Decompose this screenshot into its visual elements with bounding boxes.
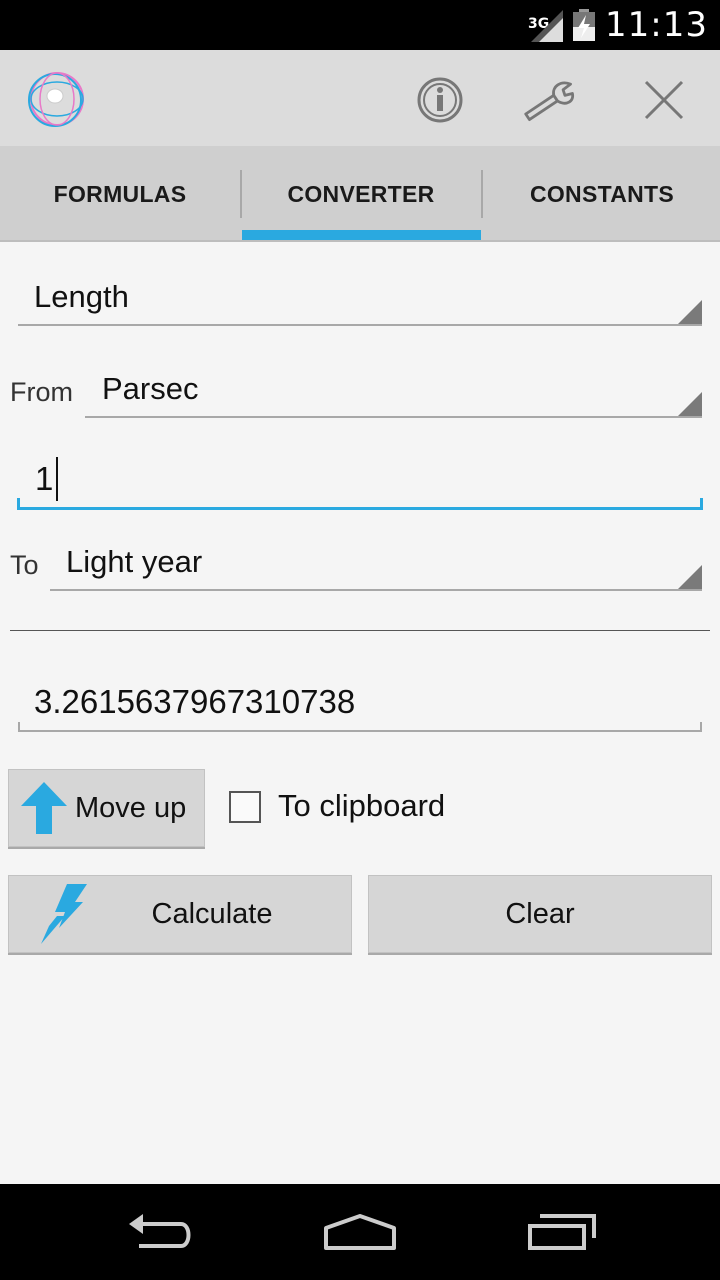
signal-icon: 3G	[528, 8, 564, 42]
category-spinner[interactable]: Length	[18, 270, 702, 326]
dropdown-arrow-icon	[678, 565, 702, 589]
app-logo-icon[interactable]	[26, 68, 88, 130]
input-value-field[interactable]: 1	[17, 450, 703, 510]
recents-icon	[528, 1214, 596, 1250]
tab-bar: FORMULAS CONVERTER CONSTANTS	[0, 146, 720, 242]
recents-button[interactable]	[517, 1202, 607, 1262]
close-icon	[644, 80, 684, 120]
from-label: From	[10, 377, 73, 407]
clipboard-checkbox[interactable]	[229, 791, 261, 823]
clear-label: Clear	[505, 897, 575, 930]
info-icon	[417, 77, 463, 123]
back-button[interactable]	[115, 1202, 205, 1262]
navigation-bar	[0, 1184, 720, 1280]
wrench-icon	[524, 81, 575, 122]
to-unit-spinner[interactable]: Light year	[50, 535, 702, 591]
status-bar: 3G 11:13	[0, 0, 720, 50]
clear-button[interactable]: Clear	[368, 875, 712, 953]
status-clock: 11:13	[605, 5, 708, 45]
battery-charging-icon	[573, 9, 596, 41]
category-value: Length	[34, 279, 129, 314]
to-label: To	[10, 550, 39, 580]
text-cursor	[56, 456, 59, 501]
calculate-button[interactable]: Calculate	[8, 875, 352, 953]
from-unit-spinner[interactable]: Parsec	[85, 362, 702, 418]
clipboard-label[interactable]: To clipboard	[278, 788, 445, 824]
from-unit-value: Parsec	[102, 371, 199, 406]
action-bar	[0, 50, 720, 146]
move-up-button[interactable]: Move up	[8, 769, 205, 847]
home-icon	[324, 1214, 396, 1250]
dropdown-arrow-icon	[678, 300, 702, 324]
info-button[interactable]	[412, 72, 468, 128]
to-unit-value: Light year	[66, 544, 203, 579]
dropdown-arrow-icon	[678, 392, 702, 416]
tab-constants[interactable]: CONSTANTS	[482, 146, 720, 242]
back-icon	[129, 1214, 191, 1248]
calculate-label: Calculate	[151, 897, 273, 930]
settings-button[interactable]	[522, 72, 578, 128]
result-value: 3.2615637967310738	[34, 683, 356, 720]
tab-converter[interactable]: CONVERTER	[241, 146, 481, 242]
status-icons: 3G 11:13	[528, 0, 708, 50]
move-up-label: Move up	[75, 791, 187, 824]
result-field[interactable]: 3.2615637967310738	[18, 674, 702, 732]
tab-formulas[interactable]: FORMULAS	[0, 146, 240, 242]
home-button[interactable]	[315, 1202, 405, 1262]
close-button[interactable]	[636, 72, 692, 128]
selected-tab-indicator	[242, 230, 481, 240]
arrow-up-icon	[21, 782, 67, 834]
input-value-text: 1	[35, 459, 54, 497]
section-divider	[10, 630, 710, 631]
